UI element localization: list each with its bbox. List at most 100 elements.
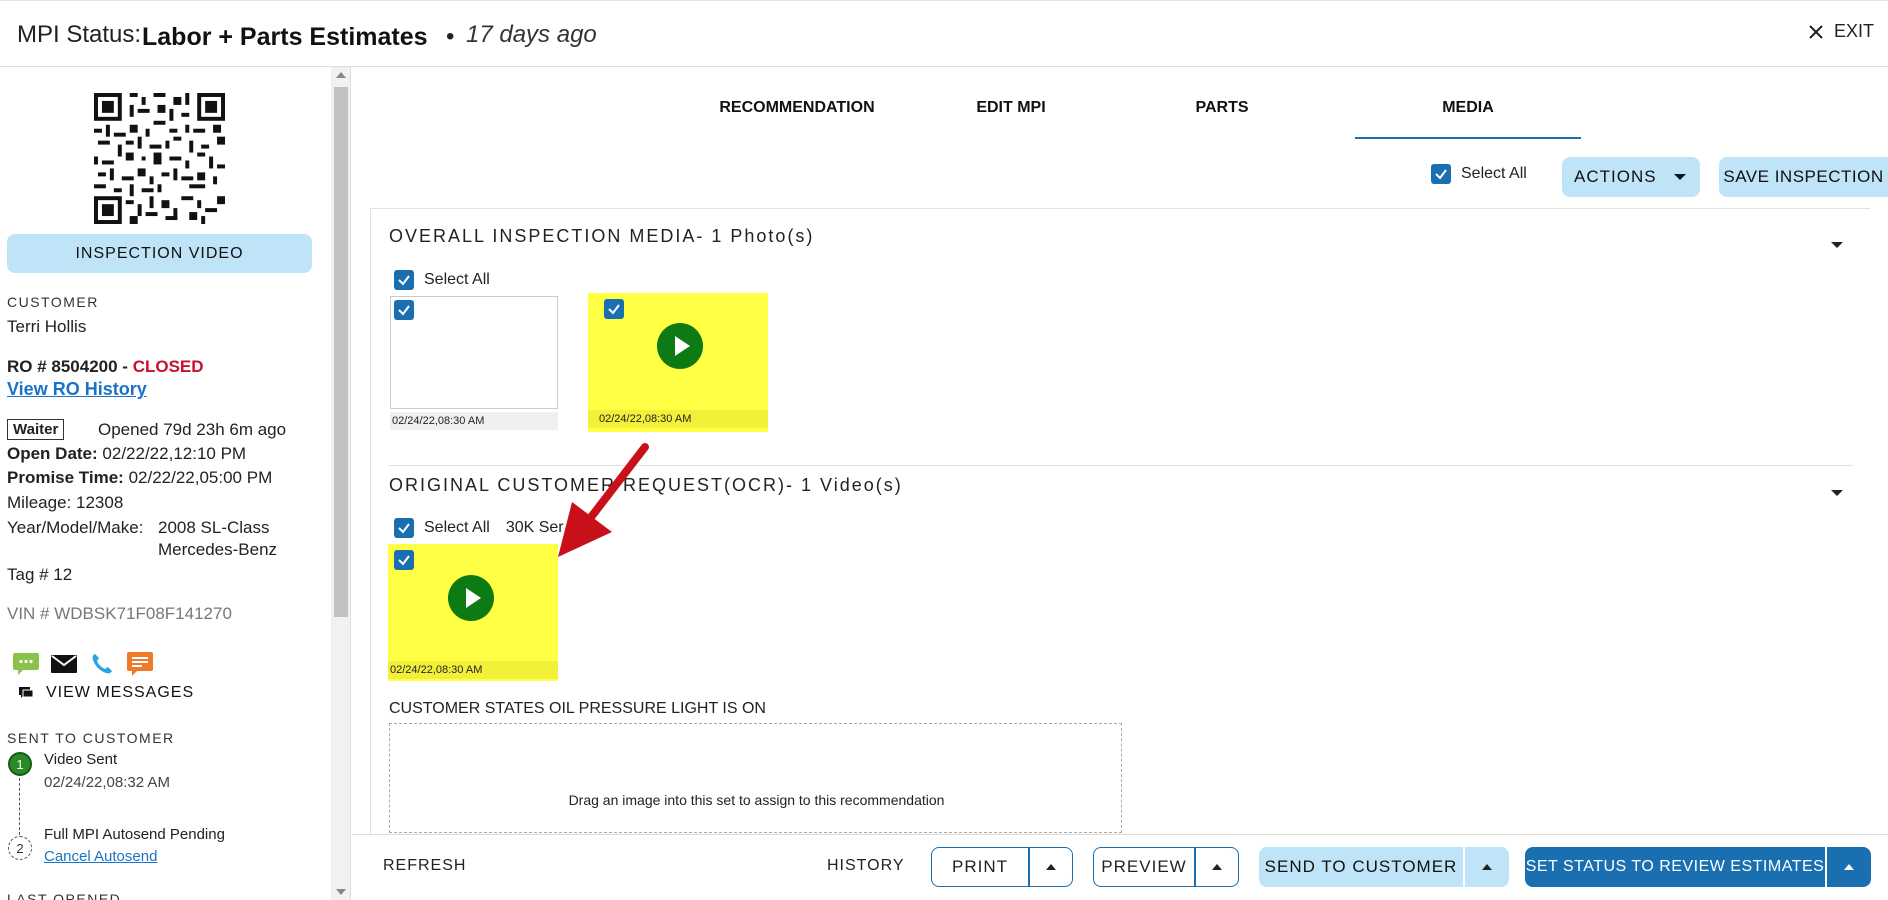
ocr-collapse-chevron-icon[interactable] bbox=[1831, 490, 1843, 496]
tab-edit-mpi[interactable]: EDIT MPI bbox=[956, 99, 1066, 117]
print-button[interactable]: PRINT bbox=[931, 847, 1029, 887]
set-status-menu-button[interactable] bbox=[1827, 847, 1871, 887]
customer-caption: CUSTOMER bbox=[7, 294, 99, 310]
tab-parts[interactable]: PARTS bbox=[1172, 99, 1272, 117]
footer-toolbar: REFRESH HISTORY PRINT PREVIEW SEND TO CU… bbox=[352, 834, 1888, 900]
select-all-label: Select All bbox=[1461, 165, 1527, 182]
ro-number-value: RO # 8504200 - bbox=[7, 357, 133, 376]
customer-name: Terri Hollis bbox=[7, 317, 87, 336]
year-model-make-label: Year/Model/Make: bbox=[7, 518, 144, 537]
history-button[interactable]: HISTORY bbox=[827, 857, 905, 875]
print-menu-button[interactable] bbox=[1029, 847, 1073, 887]
exit-button[interactable]: EXIT bbox=[1808, 21, 1874, 42]
cancel-autosend-link[interactable]: Cancel Autosend bbox=[44, 848, 157, 865]
chevron-down-icon bbox=[1674, 174, 1686, 180]
video-date: 02/24/22,08:30 AM bbox=[588, 410, 768, 428]
step-1-badge: 1 bbox=[8, 752, 32, 776]
ocr-video-date: 02/24/22,08:30 AM bbox=[388, 661, 558, 679]
overall-select-all-checkbox[interactable] bbox=[394, 270, 414, 290]
step-1-time: 02/24/22,08:32 AM bbox=[44, 774, 170, 791]
open-date-label: Open Date: bbox=[7, 444, 98, 463]
overall-select-all[interactable]: Select All bbox=[394, 270, 490, 290]
tab-bar: RECOMMENDATION EDIT MPI PARTS MEDIA bbox=[352, 67, 1888, 139]
ocr-media-thumbnail-video[interactable]: 02/24/22,08:30 AM bbox=[388, 544, 558, 681]
open-date-value: 02/22/22,12:10 PM bbox=[102, 444, 247, 463]
caret-up-icon bbox=[1212, 864, 1222, 870]
vin-number: VIN # WDBSK71F08F141270 bbox=[7, 604, 232, 623]
ocr-play-icon[interactable] bbox=[448, 575, 494, 621]
messages-icon bbox=[19, 687, 34, 698]
mpi-status-label: MPI Status: bbox=[17, 21, 142, 48]
promise-time-value: 02/22/22,05:00 PM bbox=[128, 468, 273, 487]
opened-duration: Opened 79d 23h 6m ago bbox=[98, 420, 287, 439]
inspection-video-button[interactable]: INSPECTION VIDEO bbox=[7, 234, 312, 273]
play-icon[interactable] bbox=[657, 323, 703, 369]
photo-checkbox[interactable] bbox=[394, 300, 414, 320]
overall-select-all-label: Select All bbox=[424, 271, 490, 288]
save-inspection-button[interactable]: SAVE INSPECTION bbox=[1719, 157, 1888, 197]
promise-time-label: Promise Time: bbox=[7, 468, 124, 487]
overall-collapse-chevron-icon[interactable] bbox=[1831, 242, 1843, 248]
year-model-make-line1: 2008 SL-Class bbox=[158, 518, 270, 537]
photo-date: 02/24/22,08:30 AM bbox=[390, 412, 558, 430]
scroll-thumb[interactable] bbox=[334, 87, 348, 617]
media-thumbnail-photo[interactable]: 02/24/22,08:30 AM bbox=[390, 296, 558, 432]
promise-time: Promise Time: 02/22/22,05:00 PM bbox=[7, 468, 272, 488]
caret-up-icon bbox=[1844, 864, 1854, 870]
select-all-media[interactable]: Select All bbox=[1431, 164, 1527, 184]
status-separator: • bbox=[446, 23, 455, 50]
set-status-button[interactable]: SET STATUS TO REVIEW ESTIMATES bbox=[1525, 847, 1825, 887]
media-thumbnail-video[interactable]: 02/24/22,08:30 AM bbox=[588, 293, 768, 432]
caret-up-icon bbox=[1046, 864, 1056, 870]
image-dropzone[interactable]: Drag an image into this set to assign to… bbox=[389, 723, 1122, 833]
sidebar: INSPECTION VIDEO CUSTOMER Terri Hollis R… bbox=[0, 67, 331, 900]
open-date: Open Date: 02/22/22,12:10 PM bbox=[7, 444, 246, 464]
app-root: MPI Status: Labor + Parts Estimates • 17… bbox=[0, 0, 1888, 900]
preview-button[interactable]: PREVIEW bbox=[1093, 847, 1195, 887]
refresh-button[interactable]: REFRESH bbox=[383, 857, 466, 875]
video-checkbox[interactable] bbox=[604, 299, 624, 319]
scroll-up-arrow-icon[interactable] bbox=[336, 72, 346, 78]
view-messages-button[interactable]: VIEW MESSAGES bbox=[18, 684, 194, 702]
view-ro-history-link[interactable]: View RO History bbox=[7, 379, 147, 400]
last-opened-caption: LAST OPENED bbox=[7, 891, 122, 900]
tab-media[interactable]: MEDIA bbox=[1405, 99, 1531, 117]
ocr-video-checkbox[interactable] bbox=[394, 550, 414, 570]
select-all-checkbox[interactable] bbox=[1431, 164, 1451, 184]
step-1-title: Video Sent bbox=[44, 751, 118, 768]
active-tab-indicator bbox=[1355, 137, 1581, 139]
ro-status-badge: CLOSED bbox=[132, 357, 204, 376]
contact-icons bbox=[12, 651, 154, 677]
email-icon[interactable] bbox=[50, 651, 78, 677]
year-model-make-line2: Mercedes-Benz bbox=[158, 540, 278, 559]
step-2-badge: 2 bbox=[8, 836, 32, 860]
header: MPI Status: Labor + Parts Estimates • 17… bbox=[0, 0, 1888, 67]
tag-number: Tag # 12 bbox=[7, 565, 73, 584]
preview-menu-button[interactable] bbox=[1195, 847, 1239, 887]
caret-up-icon bbox=[1482, 864, 1492, 870]
actions-dropdown-button[interactable]: ACTIONS bbox=[1562, 157, 1700, 197]
ocr-select-all-checkbox[interactable] bbox=[394, 518, 414, 538]
customer-request-text: CUSTOMER STATES OIL PRESSURE LIGHT IS ON bbox=[389, 700, 766, 717]
waiter-badge: Waiter bbox=[7, 419, 65, 440]
scroll-down-arrow-icon[interactable] bbox=[336, 889, 346, 895]
sms-icon[interactable] bbox=[12, 651, 40, 677]
sidebar-scrollbar[interactable] bbox=[331, 67, 351, 900]
mileage-value: 12308 bbox=[76, 493, 124, 512]
chat-icon[interactable] bbox=[126, 651, 154, 677]
send-to-customer-button[interactable]: SEND TO CUSTOMER bbox=[1259, 847, 1463, 887]
ocr-select-all[interactable]: Select All 30K Ser bbox=[394, 518, 564, 538]
phone-icon[interactable] bbox=[88, 651, 116, 677]
actions-label: ACTIONS bbox=[1574, 167, 1657, 186]
tab-recommendation[interactable]: RECOMMENDATION bbox=[717, 99, 877, 117]
ocr-select-all-label: Select All bbox=[424, 519, 490, 536]
send-menu-button[interactable] bbox=[1465, 847, 1509, 887]
photo-preview bbox=[390, 296, 558, 409]
step-2-title: Full MPI Autosend Pending bbox=[44, 826, 225, 843]
qr-code-icon bbox=[94, 93, 225, 224]
status-age: 17 days ago bbox=[466, 21, 597, 48]
mileage-label: Mileage: bbox=[7, 493, 72, 512]
step-connector bbox=[19, 778, 20, 835]
ro-number: RO # 8504200 - CLOSED bbox=[7, 357, 204, 377]
exit-label: EXIT bbox=[1833, 21, 1874, 41]
